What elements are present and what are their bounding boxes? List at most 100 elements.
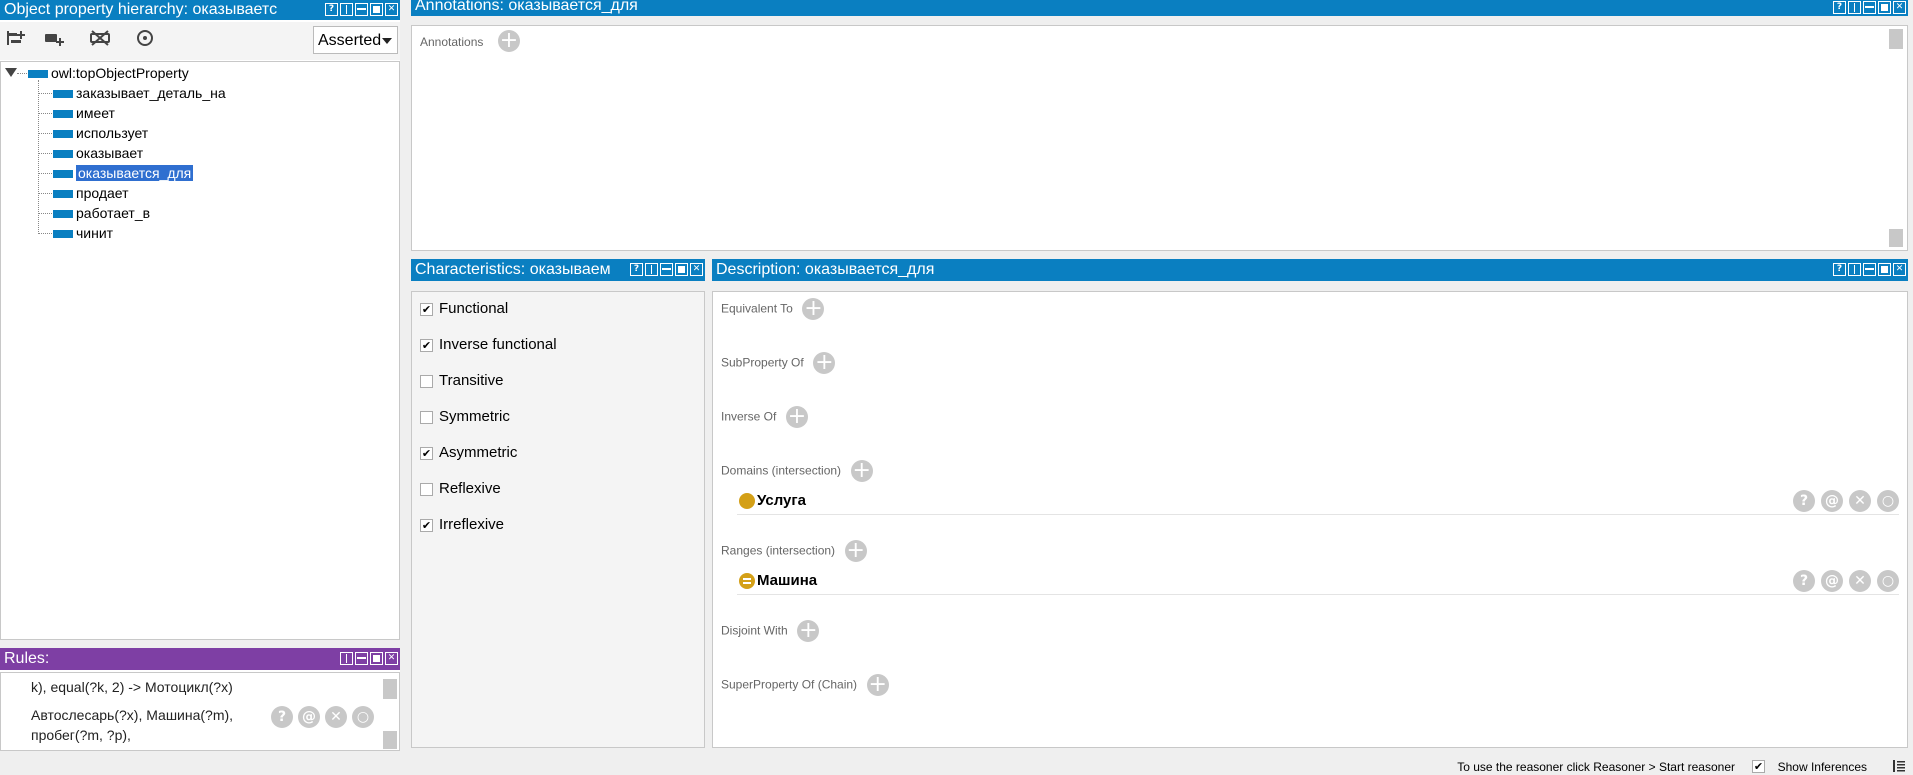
scrollbar-thumb-top[interactable] [1889, 29, 1903, 49]
close-icon[interactable] [385, 3, 398, 16]
checkbox[interactable]: ✔ [420, 446, 433, 460]
explain-icon[interactable]: ? [271, 706, 293, 728]
add-range-icon[interactable]: + [844, 540, 867, 562]
characteristic-irreflexive[interactable]: ✔ Irreflexive [420, 516, 504, 534]
rule-item[interactable]: k), equal(?k, 2) -> Мотоцикл(?x) [31, 679, 233, 695]
checkbox[interactable]: ✔ [420, 302, 433, 316]
object-property-icon [53, 170, 73, 179]
explain-icon[interactable]: ? [1793, 570, 1815, 592]
characteristic-reflexive[interactable]: Reflexive [420, 480, 501, 498]
characteristic-inverse-functional[interactable]: ✔ Inverse functional [420, 336, 557, 354]
delete-property-icon[interactable] [89, 29, 111, 52]
annotate-icon[interactable]: @ [298, 706, 320, 728]
add-equivalent-icon[interactable]: + [802, 298, 825, 320]
minimize-icon[interactable] [1863, 1, 1876, 14]
tree-root[interactable]: owl:topObjectProperty [28, 64, 189, 82]
annotations-titlebar: Annotations: оказывается_для [411, 0, 1908, 16]
help-icon[interactable] [1833, 263, 1846, 276]
delete-icon[interactable]: ✕ [325, 706, 347, 728]
minimize-icon[interactable] [660, 263, 673, 276]
explain-icon[interactable]: ? [1793, 490, 1815, 512]
domain-entity-row[interactable]: Услуга ? @ ✕ ○ [737, 488, 1899, 515]
split-icon[interactable] [1848, 1, 1861, 14]
find-usage-icon[interactable] [136, 29, 156, 52]
rule-item[interactable]: Автослесарь(?x), Машина(?m), пробег(?m, … [31, 705, 233, 745]
log-icon[interactable] [1893, 760, 1905, 772]
add-domain-icon[interactable]: + [850, 460, 873, 482]
tree-item[interactable]: чинит [53, 224, 113, 242]
add-sibling-property-icon[interactable] [44, 29, 66, 52]
checkbox[interactable]: ✔ [420, 338, 433, 352]
minimize-icon[interactable] [1863, 263, 1876, 276]
edit-icon[interactable]: ○ [352, 706, 374, 728]
close-icon[interactable] [690, 263, 703, 276]
tree-connector [17, 73, 27, 74]
split-icon[interactable] [1848, 263, 1861, 276]
tree-item[interactable]: использует [53, 124, 148, 142]
delete-icon[interactable]: ✕ [1849, 490, 1871, 512]
tree-item[interactable]: оказывается_для [53, 164, 195, 182]
close-icon[interactable] [1893, 1, 1906, 14]
minimize-icon[interactable] [355, 652, 368, 665]
tree-item[interactable]: продает [53, 184, 129, 202]
add-inverse-icon[interactable]: + [785, 406, 808, 428]
scrollbar-thumb-bottom[interactable] [383, 731, 397, 749]
characteristic-label: Symmetric [439, 408, 510, 425]
add-subproperty-icon[interactable]: + [813, 352, 836, 374]
subproperty-of-section: SubProperty Of + [721, 352, 836, 374]
help-icon[interactable] [630, 263, 643, 276]
add-property-chain-icon[interactable]: + [866, 674, 889, 696]
tree-item[interactable]: заказывает_деталь_на [53, 84, 226, 102]
maximize-icon[interactable] [1878, 263, 1891, 276]
edit-icon[interactable]: ○ [1877, 570, 1899, 592]
object-property-icon [53, 230, 73, 239]
tree-item[interactable]: работает_в [53, 204, 150, 222]
reasoner-status-message: To use the reasoner click Reasoner > Sta… [1457, 760, 1735, 774]
show-inferences-checkbox[interactable]: ✔ [1752, 760, 1765, 773]
scrollbar-thumb-bottom[interactable] [1889, 229, 1903, 247]
checkbox[interactable] [420, 410, 433, 424]
annotate-icon[interactable]: @ [1821, 490, 1843, 512]
help-icon[interactable] [1833, 1, 1846, 14]
split-icon[interactable] [340, 3, 353, 16]
range-entity-row[interactable]: Машина ? @ ✕ ○ [737, 568, 1899, 595]
asserted-dropdown[interactable]: Asserted [313, 26, 398, 54]
maximize-icon[interactable] [675, 263, 688, 276]
maximize-icon[interactable] [370, 3, 383, 16]
minimize-icon[interactable] [355, 3, 368, 16]
characteristic-label: Inverse functional [439, 336, 557, 353]
close-icon[interactable] [1893, 263, 1906, 276]
maximize-icon[interactable] [1878, 1, 1891, 14]
checkbox[interactable] [420, 374, 433, 388]
characteristic-asymmetric[interactable]: ✔ Asymmetric [420, 444, 517, 462]
tree-item[interactable]: оказывает [53, 144, 143, 162]
split-icon[interactable] [645, 263, 658, 276]
annotate-icon[interactable]: @ [1821, 570, 1843, 592]
inverse-of-label: Inverse Of [721, 409, 777, 424]
characteristic-functional[interactable]: ✔ Functional [420, 300, 508, 318]
add-annotation-icon[interactable]: + [498, 30, 520, 52]
tree-item[interactable]: имеет [53, 104, 115, 122]
characteristic-symmetric[interactable]: Symmetric [420, 408, 510, 426]
description-window-controls [1833, 263, 1906, 276]
scrollbar-thumb-top[interactable] [383, 679, 397, 699]
add-disjoint-icon[interactable]: + [797, 620, 820, 642]
object-property-hierarchy-panel: Object property hierarchy: оказываетс As… [0, 0, 400, 640]
edit-icon[interactable]: ○ [1877, 490, 1899, 512]
add-sub-property-icon[interactable] [6, 29, 28, 52]
checkbox[interactable] [420, 482, 433, 496]
tree-item-label: работает_в [76, 205, 151, 221]
help-icon[interactable] [325, 3, 338, 16]
rules-scrollbar[interactable] [383, 679, 397, 749]
maximize-icon[interactable] [370, 652, 383, 665]
characteristic-transitive[interactable]: Transitive [420, 372, 503, 390]
tree-expand-arrow-icon[interactable] [5, 68, 17, 77]
close-icon[interactable] [385, 652, 398, 665]
delete-icon[interactable]: ✕ [1849, 570, 1871, 592]
checkbox[interactable]: ✔ [420, 518, 433, 532]
disjoint-with-label: Disjoint With [721, 623, 788, 638]
rule-actions: ? @ ✕ ○ [271, 706, 374, 728]
split-icon[interactable] [340, 652, 353, 665]
tree-connector [38, 233, 52, 234]
object-property-icon [53, 110, 73, 119]
